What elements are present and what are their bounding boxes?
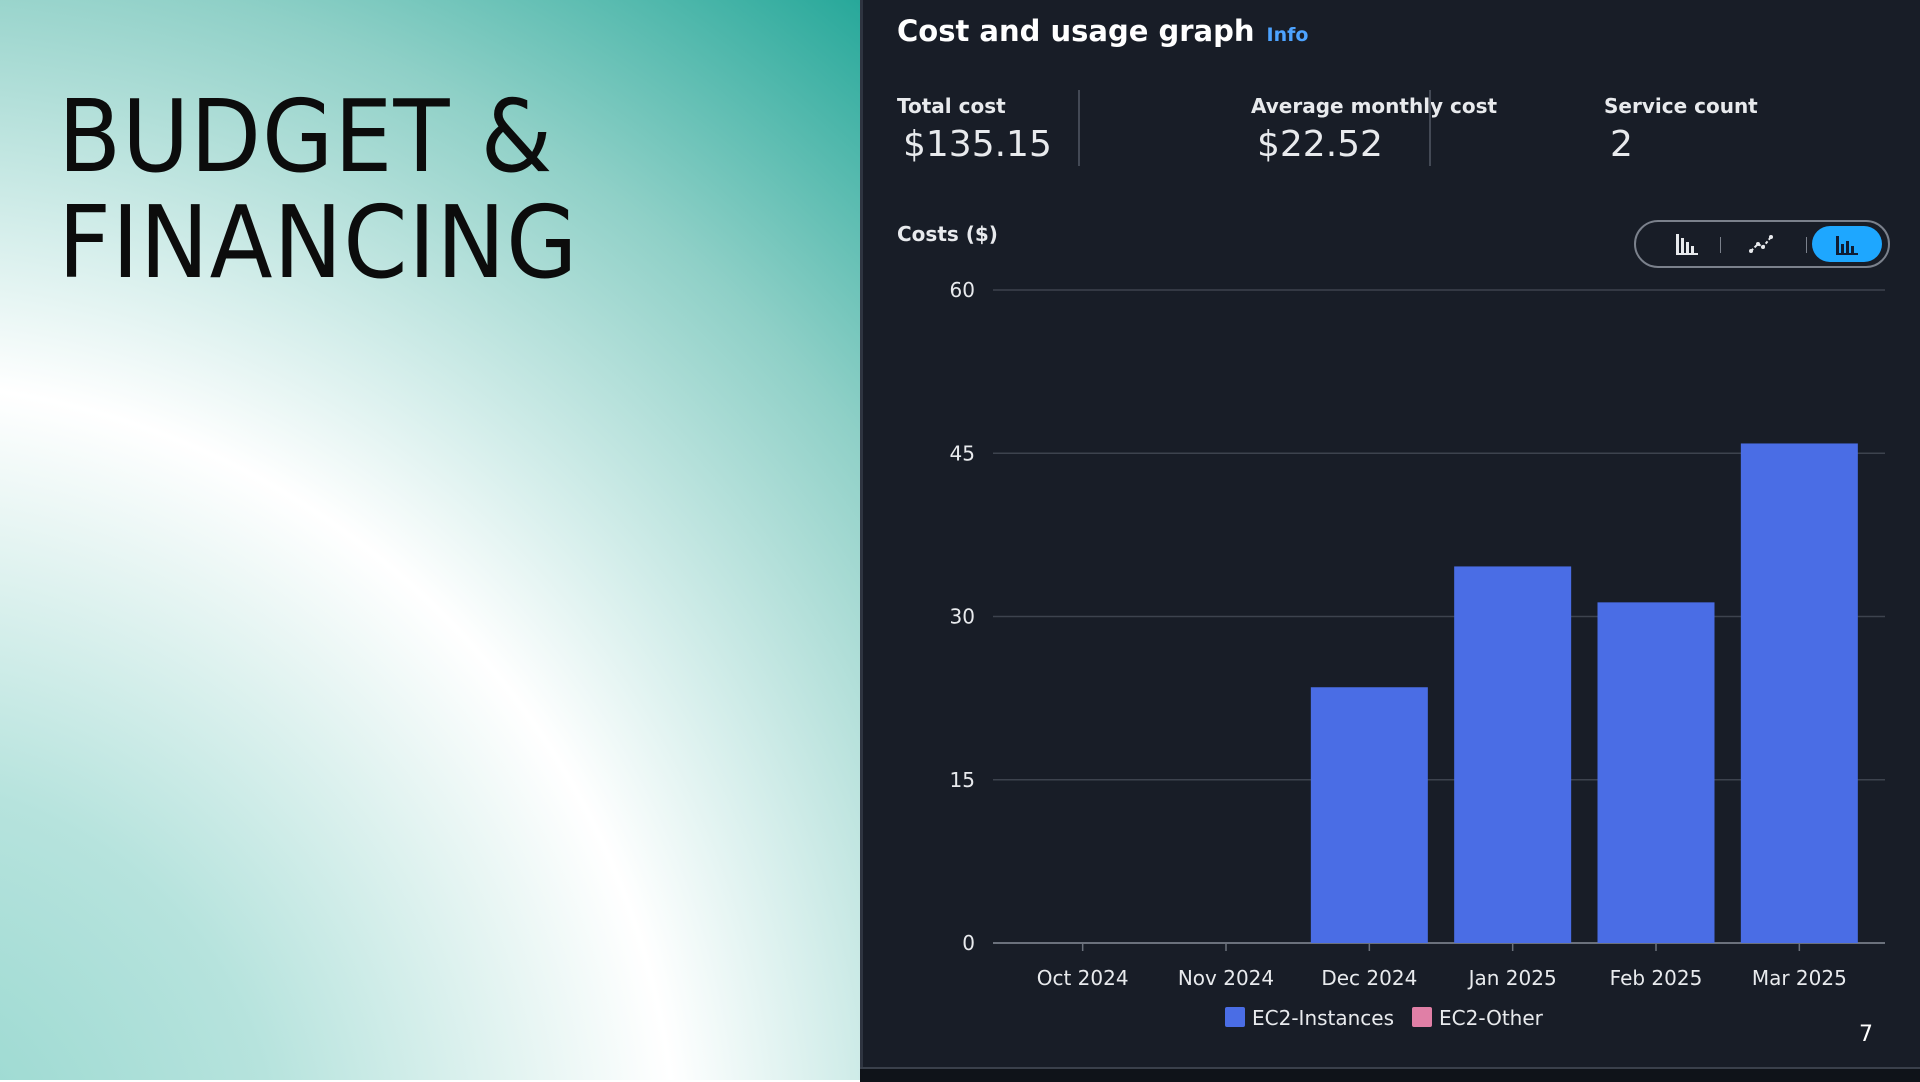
cost-chart: 0 15 30 45 60 Oct 2024 Nov 2024 Dec 2024 Jan 202…	[950, 278, 1885, 1030]
x-tick-label: Nov 2024	[1178, 966, 1274, 990]
x-tick-label: Dec 2024	[1321, 966, 1417, 990]
bar-ec2-instances	[1740, 443, 1858, 943]
chart-y-label: Costs ($)	[897, 222, 998, 246]
stats-row: Total cost $135.15 Average monthly cost …	[897, 90, 1897, 168]
legend-swatch	[1412, 1007, 1432, 1027]
stat-value: $135.15	[903, 124, 1052, 165]
info-link[interactable]: Info	[1267, 24, 1309, 46]
toggle-separator	[1806, 237, 1807, 253]
stat-service-count: Service count 2	[1604, 94, 1758, 168]
stat-average-monthly-cost: Average monthly cost $22.52	[1251, 94, 1497, 168]
y-tick-label: 15	[950, 768, 975, 792]
x-tick-label: Oct 2024	[1037, 966, 1129, 990]
legend-label: EC2-Other	[1439, 1006, 1544, 1030]
chart-type-toggle	[1634, 220, 1890, 268]
page-number: 7	[1859, 1022, 1873, 1047]
slide-left-panel: BUDGET & FINANCING	[0, 0, 860, 1080]
legend-swatch	[1225, 1007, 1245, 1027]
x-tick-label: Feb 2025	[1610, 966, 1703, 990]
cost-usage-panel: Cost and usage graph Info Total cost $13…	[860, 0, 1920, 1067]
stat-label: Average monthly cost	[1251, 94, 1498, 118]
x-tick-label: Jan 2025	[1467, 966, 1557, 990]
line-chart-icon	[1749, 235, 1773, 253]
legend-label: EC2-Instances	[1252, 1006, 1394, 1030]
bar-chart-button[interactable]	[1652, 226, 1722, 262]
line-chart-button[interactable]	[1726, 226, 1796, 262]
slide-title: BUDGET & FINANCING	[58, 78, 579, 301]
stacked-bar-chart-button[interactable]	[1812, 226, 1882, 262]
stat-value: 2	[1610, 124, 1633, 165]
toggle-separator	[1720, 237, 1721, 253]
stat-value: $22.52	[1257, 124, 1383, 165]
panel-title: Cost and usage graph	[897, 14, 1255, 48]
bar-ec2-instances	[1597, 602, 1715, 943]
panel-header: Cost and usage graph Info	[897, 14, 1308, 48]
stacked-bar-chart-icon	[1836, 236, 1858, 255]
bar-ec2-instances	[1454, 566, 1572, 943]
x-tick-label: Mar 2025	[1752, 966, 1847, 990]
stat-label: Total cost	[897, 94, 1006, 118]
stat-divider	[1078, 90, 1080, 166]
y-tick-label: 0	[962, 931, 975, 955]
bar-ec2-instances	[1310, 687, 1428, 943]
stat-label: Service count	[1604, 94, 1758, 118]
y-tick-label: 45	[950, 441, 975, 465]
stat-divider	[1429, 90, 1431, 166]
y-tick-label: 30	[950, 605, 975, 629]
stat-total-cost: Total cost $135.15	[897, 94, 1052, 168]
y-tick-label: 60	[950, 278, 975, 302]
bar-chart-icon	[1676, 234, 1698, 255]
